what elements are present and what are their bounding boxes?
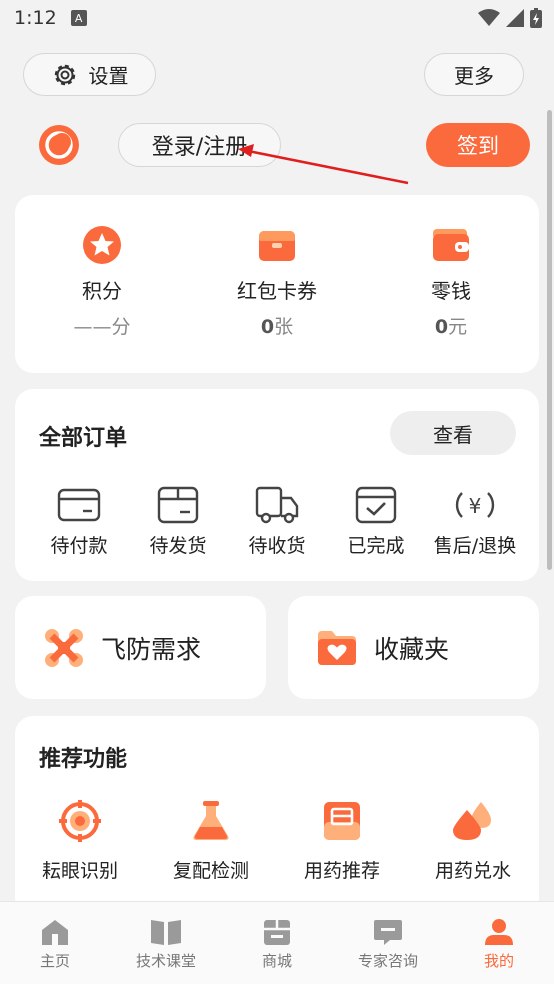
order-label: 售后/退换: [433, 535, 517, 557]
rec-label: 用药推荐: [303, 860, 380, 882]
fangfei-demand-card[interactable]: 飞防需求: [15, 596, 266, 699]
favorites-label: 收藏夹: [374, 634, 450, 664]
orders-view-button[interactable]: 查看: [390, 411, 516, 455]
points-label: 积分: [82, 279, 122, 303]
recommend-card: 推荐功能 耘眼识别 复配检测 用药推荐 用药兑水: [15, 716, 539, 916]
recommend-title: 推荐功能: [39, 747, 128, 772]
rec-item-yunyan[interactable]: 耘眼识别: [20, 800, 140, 883]
drone-icon: [45, 628, 83, 667]
svg-text:¥: ¥: [469, 494, 482, 518]
change-value: 0元: [434, 316, 468, 338]
orders-view-label: 查看: [433, 422, 473, 447]
orders-title: 全部订单: [39, 426, 128, 451]
gear-icon: [54, 64, 75, 85]
tab-label: 专家咨询: [357, 952, 418, 970]
status-icons: [478, 8, 542, 28]
order-label: 待发货: [149, 535, 207, 557]
points-item[interactable]: 积分 ——分: [22, 195, 182, 339]
rec-label: 用药兑水: [434, 860, 511, 882]
order-pending-shipment[interactable]: 待发货: [123, 485, 233, 558]
order-pending-payment[interactable]: 待付款: [24, 485, 134, 558]
home-icon: [42, 920, 68, 945]
flask-icon: [193, 801, 229, 840]
tab-label: 商城: [261, 952, 292, 970]
orders-card: 全部订单 查看 待付款 待发货 待收货 已完成 ¥ 售后/退换: [15, 389, 539, 581]
card-icon: [57, 488, 101, 522]
coupon-item[interactable]: 红包卡券 0张: [197, 195, 357, 339]
rec-label: 复配检测: [172, 860, 249, 882]
assets-card: 积分 ——分 红包卡券 0张 零钱 0元: [15, 195, 539, 373]
book-icon: [151, 920, 181, 945]
change-label: 零钱: [431, 279, 471, 303]
scrollbar[interactable]: [547, 110, 552, 570]
order-after-sales[interactable]: ¥ 售后/退换: [420, 485, 530, 558]
wallet-icon: [433, 229, 469, 261]
refund-icon: ¥: [455, 492, 495, 518]
tab-mine[interactable]: 我的: [444, 918, 554, 971]
tab-label: 技术课堂: [135, 952, 196, 970]
bottom-tab-bar: 主页 技术课堂 商城 专家咨询 我的: [0, 901, 554, 984]
water-drops-icon: [453, 802, 491, 840]
points-value: ——分: [73, 316, 131, 338]
order-completed[interactable]: 已完成: [321, 485, 431, 558]
notification-icon: A: [70, 10, 87, 26]
rec-item-fupei[interactable]: 复配检测: [151, 800, 271, 883]
coupon-label: 红包卡券: [237, 279, 317, 303]
status-bar: 1:12 A: [0, 0, 554, 36]
document-icon: [324, 802, 360, 840]
settings-button[interactable]: 设置: [23, 53, 156, 96]
more-button[interactable]: 更多: [424, 53, 524, 96]
avatar-icon[interactable]: [38, 124, 80, 166]
tab-expert-consult[interactable]: 专家咨询: [333, 918, 443, 971]
order-label: 已完成: [347, 535, 405, 557]
coupon-icon: [259, 231, 295, 261]
target-icon: [59, 800, 101, 842]
fangfei-label: 飞防需求: [101, 634, 202, 664]
rec-item-yongyao[interactable]: 用药推荐: [282, 800, 402, 883]
status-time: 1:12: [14, 7, 57, 29]
star-icon: [83, 226, 121, 264]
wifi-icon: [478, 9, 500, 26]
change-item[interactable]: 零钱 0元: [371, 195, 531, 339]
tab-tech-class[interactable]: 技术课堂: [111, 918, 221, 971]
coupon-value: 0张: [260, 316, 294, 338]
order-label: 待收货: [248, 535, 306, 557]
annotation-arrow: [238, 144, 409, 185]
rec-item-duishui[interactable]: 用药兑水: [413, 800, 533, 883]
check-box-icon: [355, 486, 397, 524]
order-label: 待付款: [50, 535, 108, 557]
chat-icon: [374, 920, 402, 945]
box-icon: [157, 486, 199, 524]
folder-heart-icon: [318, 630, 356, 665]
settings-label: 设置: [88, 64, 129, 88]
rec-label: 耘眼识别: [41, 860, 118, 882]
favorites-card[interactable]: 收藏夹: [288, 596, 539, 699]
order-pending-receipt[interactable]: 待收货: [222, 485, 332, 558]
truck-icon: [255, 486, 299, 524]
battery-icon: [530, 8, 542, 28]
tab-home[interactable]: 主页: [0, 918, 110, 971]
user-icon: [485, 919, 513, 945]
signin-button[interactable]: 签到: [426, 123, 530, 167]
tab-mall[interactable]: 商城: [222, 918, 332, 971]
tab-label: 我的: [483, 952, 514, 970]
shop-icon: [264, 920, 290, 945]
signin-label: 签到: [457, 134, 499, 158]
signal-icon: [506, 9, 524, 27]
tab-label: 主页: [39, 952, 70, 970]
more-label: 更多: [454, 64, 494, 88]
